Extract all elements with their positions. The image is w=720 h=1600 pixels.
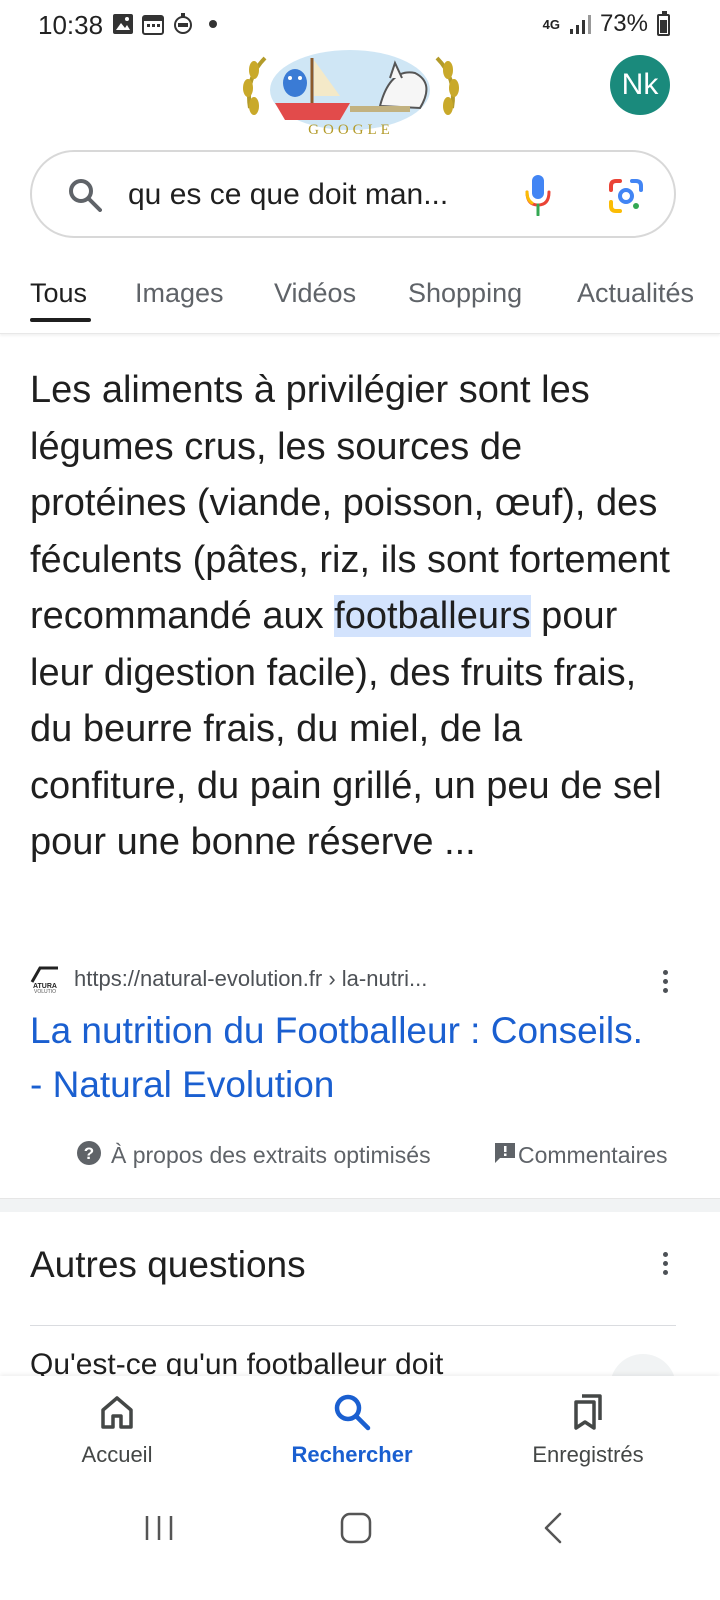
svg-text:?: ? xyxy=(84,1144,94,1163)
system-status-icons: 4G 73% xyxy=(543,10,672,38)
tab-all[interactable]: Tous xyxy=(30,278,87,309)
snippet-highlight: footballeurs xyxy=(334,595,531,637)
home-icon xyxy=(101,1396,133,1429)
notification-icons xyxy=(112,12,224,36)
featured-snippet-text: Les aliments à privilégier sont les légu… xyxy=(30,362,680,871)
calendar-notification-icon xyxy=(142,15,164,35)
nav-home-label: Accueil xyxy=(81,1442,153,1467)
feedback-icon[interactable] xyxy=(494,1142,516,1164)
search-input[interactable]: qu es ce que doit man... xyxy=(128,178,478,212)
result-title-link[interactable]: La nutrition du Footballeur : Conseils. … xyxy=(30,1004,650,1112)
search-icon xyxy=(69,179,102,212)
status-bar: 10:38 4G 73% xyxy=(0,0,720,50)
google-doodle[interactable]: GOOGLE xyxy=(240,48,462,138)
nav-saved-label: Enregistrés xyxy=(532,1442,644,1467)
about-snippets-link[interactable]: À propos des extraits optimisés xyxy=(111,1142,431,1169)
google-lens-icon[interactable] xyxy=(608,178,644,214)
battery-percent: 73% xyxy=(599,10,648,37)
network-type: 4G xyxy=(542,16,560,32)
system-navigation-bar xyxy=(0,1486,720,1600)
status-time: 10:38 xyxy=(38,10,104,40)
more-notifications-dot-icon xyxy=(209,20,217,28)
doodle-label: GOOGLE xyxy=(308,122,394,138)
account-avatar[interactable]: Nk xyxy=(610,55,670,115)
search-icon xyxy=(334,1394,371,1431)
search-box[interactable]: qu es ce que doit man... xyxy=(30,150,676,238)
svg-text:VOLUTIO: VOLUTIO xyxy=(34,989,56,994)
gallery-notification-icon xyxy=(113,14,133,34)
signal-icon xyxy=(569,15,591,34)
search-tabs: Tous Images Vidéos Shopping Actualités xyxy=(0,268,720,334)
bottom-navigation: Accueil Rechercher Enregistrés xyxy=(0,1376,720,1486)
result-source[interactable]: ATURA VOLUTIO https://natural-evolution.… xyxy=(30,962,690,998)
people-also-ask-title: Autres questions xyxy=(30,1244,306,1285)
recent-apps-icon[interactable] xyxy=(143,1508,175,1548)
tab-news[interactable]: Actualités xyxy=(577,278,694,309)
back-icon[interactable] xyxy=(540,1508,564,1548)
tab-videos[interactable]: Vidéos xyxy=(274,278,356,309)
doodle-image: GOOGLE xyxy=(243,50,459,138)
nav-saved[interactable]: Enregistrés xyxy=(488,1392,688,1468)
app-notification-icon xyxy=(174,13,192,34)
tab-images[interactable]: Images xyxy=(135,278,224,309)
tab-shopping[interactable]: Shopping xyxy=(408,278,522,309)
home-button-icon[interactable] xyxy=(340,1508,372,1548)
nav-search-label: Rechercher xyxy=(291,1442,413,1467)
microphone-icon[interactable] xyxy=(524,174,552,216)
snippet-footer: ? À propos des extraits optimisés Commen… xyxy=(0,1136,720,1176)
nav-search[interactable]: Rechercher xyxy=(252,1392,452,1468)
saved-collections-icon xyxy=(574,1394,602,1430)
help-icon[interactable]: ? xyxy=(76,1140,102,1166)
active-tab-indicator xyxy=(30,318,91,322)
section-divider xyxy=(0,1198,720,1212)
result-more-icon[interactable] xyxy=(661,970,669,996)
feedback-link[interactable]: Commentaires xyxy=(518,1142,668,1169)
nav-home[interactable]: Accueil xyxy=(17,1392,217,1468)
battery-icon xyxy=(657,11,670,36)
site-favicon: ATURA VOLUTIO xyxy=(30,966,58,994)
people-also-ask-more-icon[interactable] xyxy=(661,1252,669,1278)
people-also-ask-divider xyxy=(30,1325,676,1326)
result-url[interactable]: https://natural-evolution.fr › la-nutri.… xyxy=(74,966,427,992)
